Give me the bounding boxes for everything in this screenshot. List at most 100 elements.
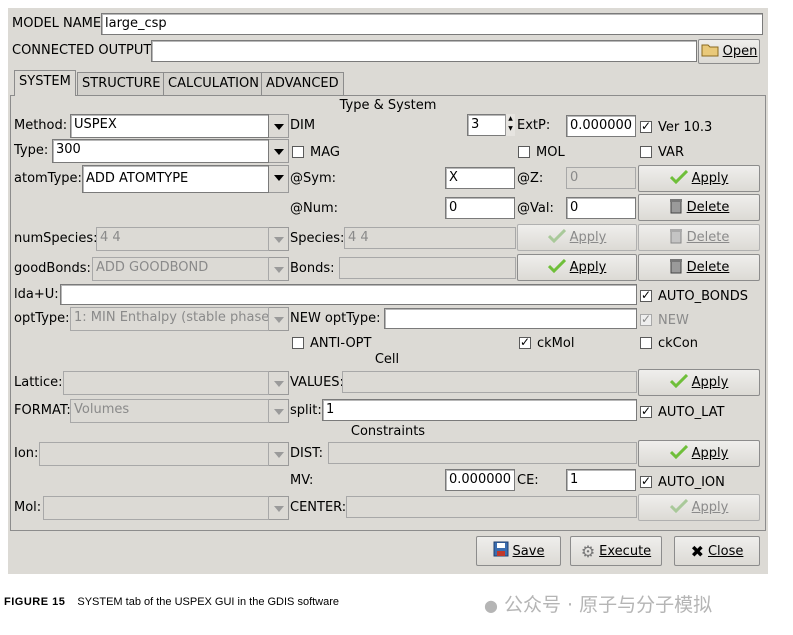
bonds-input[interactable] — [339, 257, 516, 279]
species-apply-button[interactable]: Apply — [517, 224, 637, 251]
opttype-label: optType: — [14, 311, 70, 326]
mv-label: MV: — [290, 473, 314, 488]
checkmark-icon — [669, 373, 688, 392]
sym-input[interactable]: X — [445, 167, 515, 189]
species-label: Species: — [290, 231, 345, 246]
auto-bonds-checkbox[interactable]: AUTO_BONDS — [640, 288, 748, 304]
species-input[interactable]: 4 4 — [344, 227, 516, 249]
execute-button[interactable]: ⚙ Execute — [570, 536, 662, 566]
close-icon: ✖ — [690, 541, 704, 561]
folder-icon — [701, 43, 719, 61]
trash-icon — [669, 198, 683, 218]
numspecies-label: numSpecies: — [14, 231, 98, 246]
ldau-input[interactable] — [60, 284, 637, 305]
figure-caption-text: SYSTEM tab of the USPEX GUI in the GDIS … — [77, 596, 340, 608]
chevron-down-icon[interactable] — [269, 257, 289, 281]
auto-ion-checkbox[interactable]: AUTO_ION — [640, 474, 725, 490]
tab-advanced[interactable]: ADVANCED — [261, 72, 344, 95]
opttype-value: 1: MIN Enthalpy (stable phase — [70, 307, 269, 331]
section-cell: Cell — [374, 352, 400, 367]
checkmark-icon — [547, 228, 566, 247]
goodbonds-combo[interactable]: ADD GOODBOND — [92, 257, 289, 281]
anti-opt-checkbox[interactable]: ANTI-OPT — [292, 335, 371, 351]
chevron-down-icon[interactable] — [269, 442, 289, 466]
num-input[interactable]: 0 — [445, 197, 515, 219]
wechat-icon: ● — [484, 596, 498, 615]
checkbox-icon — [640, 337, 652, 349]
checkbox-icon — [640, 312, 652, 326]
auto-lat-checkbox[interactable]: AUTO_LAT — [640, 404, 724, 420]
open-button[interactable]: Open — [698, 39, 760, 64]
split-label: split: — [290, 403, 322, 418]
spin-arrows-icon[interactable]: ▲ ▼ — [505, 114, 515, 136]
tab-calculation[interactable]: CALCULATION — [163, 72, 264, 95]
val-input[interactable]: 0 — [566, 197, 636, 219]
opttype-combo[interactable]: 1: MIN Enthalpy (stable phase — [70, 307, 289, 331]
chevron-down-icon[interactable] — [269, 165, 289, 193]
chevron-down-icon[interactable] — [269, 496, 289, 520]
numspecies-combo[interactable]: 4 4 — [96, 227, 289, 251]
chevron-down-icon[interactable] — [269, 399, 289, 423]
center-apply-button[interactable]: Apply — [638, 494, 760, 521]
atomtype-combo[interactable]: ADD ATOMTYPE — [82, 165, 289, 193]
atomtype-delete-button[interactable]: Delete — [638, 194, 760, 221]
mol-label: Mol: — [14, 500, 42, 515]
uspex-window: MODEL NAME large_csp CONNECTED OUTPUT Op… — [8, 8, 768, 574]
var-checkbox[interactable]: VAR — [640, 144, 684, 160]
values-label: VALUES: — [290, 375, 344, 390]
open-button-label: Open — [722, 44, 758, 59]
z-input[interactable]: 0 — [566, 167, 636, 189]
bonds-apply-button[interactable]: Apply — [517, 254, 637, 281]
dim-spinner[interactable]: 3 ▲ ▼ — [467, 114, 515, 136]
mv-input[interactable]: 0.000000 — [445, 469, 515, 491]
bonds-delete-button[interactable]: Delete — [638, 254, 760, 281]
center-label: CENTER: — [290, 500, 347, 515]
close-button[interactable]: ✖ Close — [674, 536, 760, 566]
goodbonds-value: ADD GOODBOND — [92, 257, 269, 281]
tab-structure[interactable]: STRUCTURE — [77, 72, 166, 95]
ckcon-checkbox[interactable]: ckCon — [640, 335, 698, 351]
values-input[interactable] — [342, 371, 637, 393]
format-combo[interactable]: Volumes — [70, 399, 289, 423]
checkbox-icon — [519, 335, 531, 349]
goodbonds-label: goodBonds: — [14, 261, 91, 276]
extp-input[interactable]: 0.000000 — [566, 115, 636, 137]
section-type-system: Type & System — [339, 98, 437, 113]
ver-checkbox[interactable]: Ver 10.3 — [640, 119, 712, 135]
center-input[interactable] — [346, 496, 637, 518]
mol-combo[interactable] — [43, 496, 289, 520]
chevron-down-icon[interactable] — [269, 371, 289, 395]
type-combo[interactable]: 300 — [52, 139, 289, 163]
new-opttype-input[interactable] — [384, 308, 637, 329]
ckmol-checkbox[interactable]: ckMol — [519, 335, 574, 351]
new-checkbox[interactable]: NEW — [640, 312, 689, 328]
atomtype-apply-button[interactable]: Apply — [638, 165, 760, 192]
ion-combo[interactable] — [39, 442, 289, 466]
tab-system[interactable]: SYSTEM — [14, 70, 76, 96]
mag-checkbox[interactable]: MAG — [292, 144, 340, 160]
lattice-combo[interactable] — [63, 371, 289, 395]
watermark: ● 公众号 · 原子与分子模拟 — [484, 594, 713, 616]
ce-label: CE: — [517, 473, 539, 488]
dist-apply-button[interactable]: Apply — [638, 440, 760, 467]
split-input[interactable]: 1 — [322, 399, 637, 421]
chevron-down-icon[interactable] — [269, 139, 289, 163]
floppy-disk-icon — [493, 541, 509, 561]
dist-input[interactable] — [328, 442, 637, 464]
sym-label: @Sym: — [290, 171, 336, 186]
checkbox-icon — [640, 404, 652, 418]
trash-icon — [669, 228, 683, 248]
model-name-input[interactable]: large_csp — [101, 13, 763, 35]
chevron-down-icon[interactable] — [269, 307, 289, 331]
section-constraints: Constraints — [350, 424, 426, 439]
method-combo[interactable]: USPEX — [70, 114, 289, 138]
save-button[interactable]: Save — [476, 536, 561, 566]
figure-number: FIGURE 15 — [4, 596, 66, 608]
ce-input[interactable]: 1 — [566, 469, 636, 491]
chevron-down-icon[interactable] — [269, 227, 289, 251]
species-delete-button[interactable]: Delete — [638, 224, 760, 251]
connected-output-input[interactable] — [151, 40, 697, 62]
mol-checkbox[interactable]: MOL — [518, 144, 565, 160]
chevron-down-icon[interactable] — [269, 114, 289, 138]
values-apply-button[interactable]: Apply — [638, 369, 760, 396]
